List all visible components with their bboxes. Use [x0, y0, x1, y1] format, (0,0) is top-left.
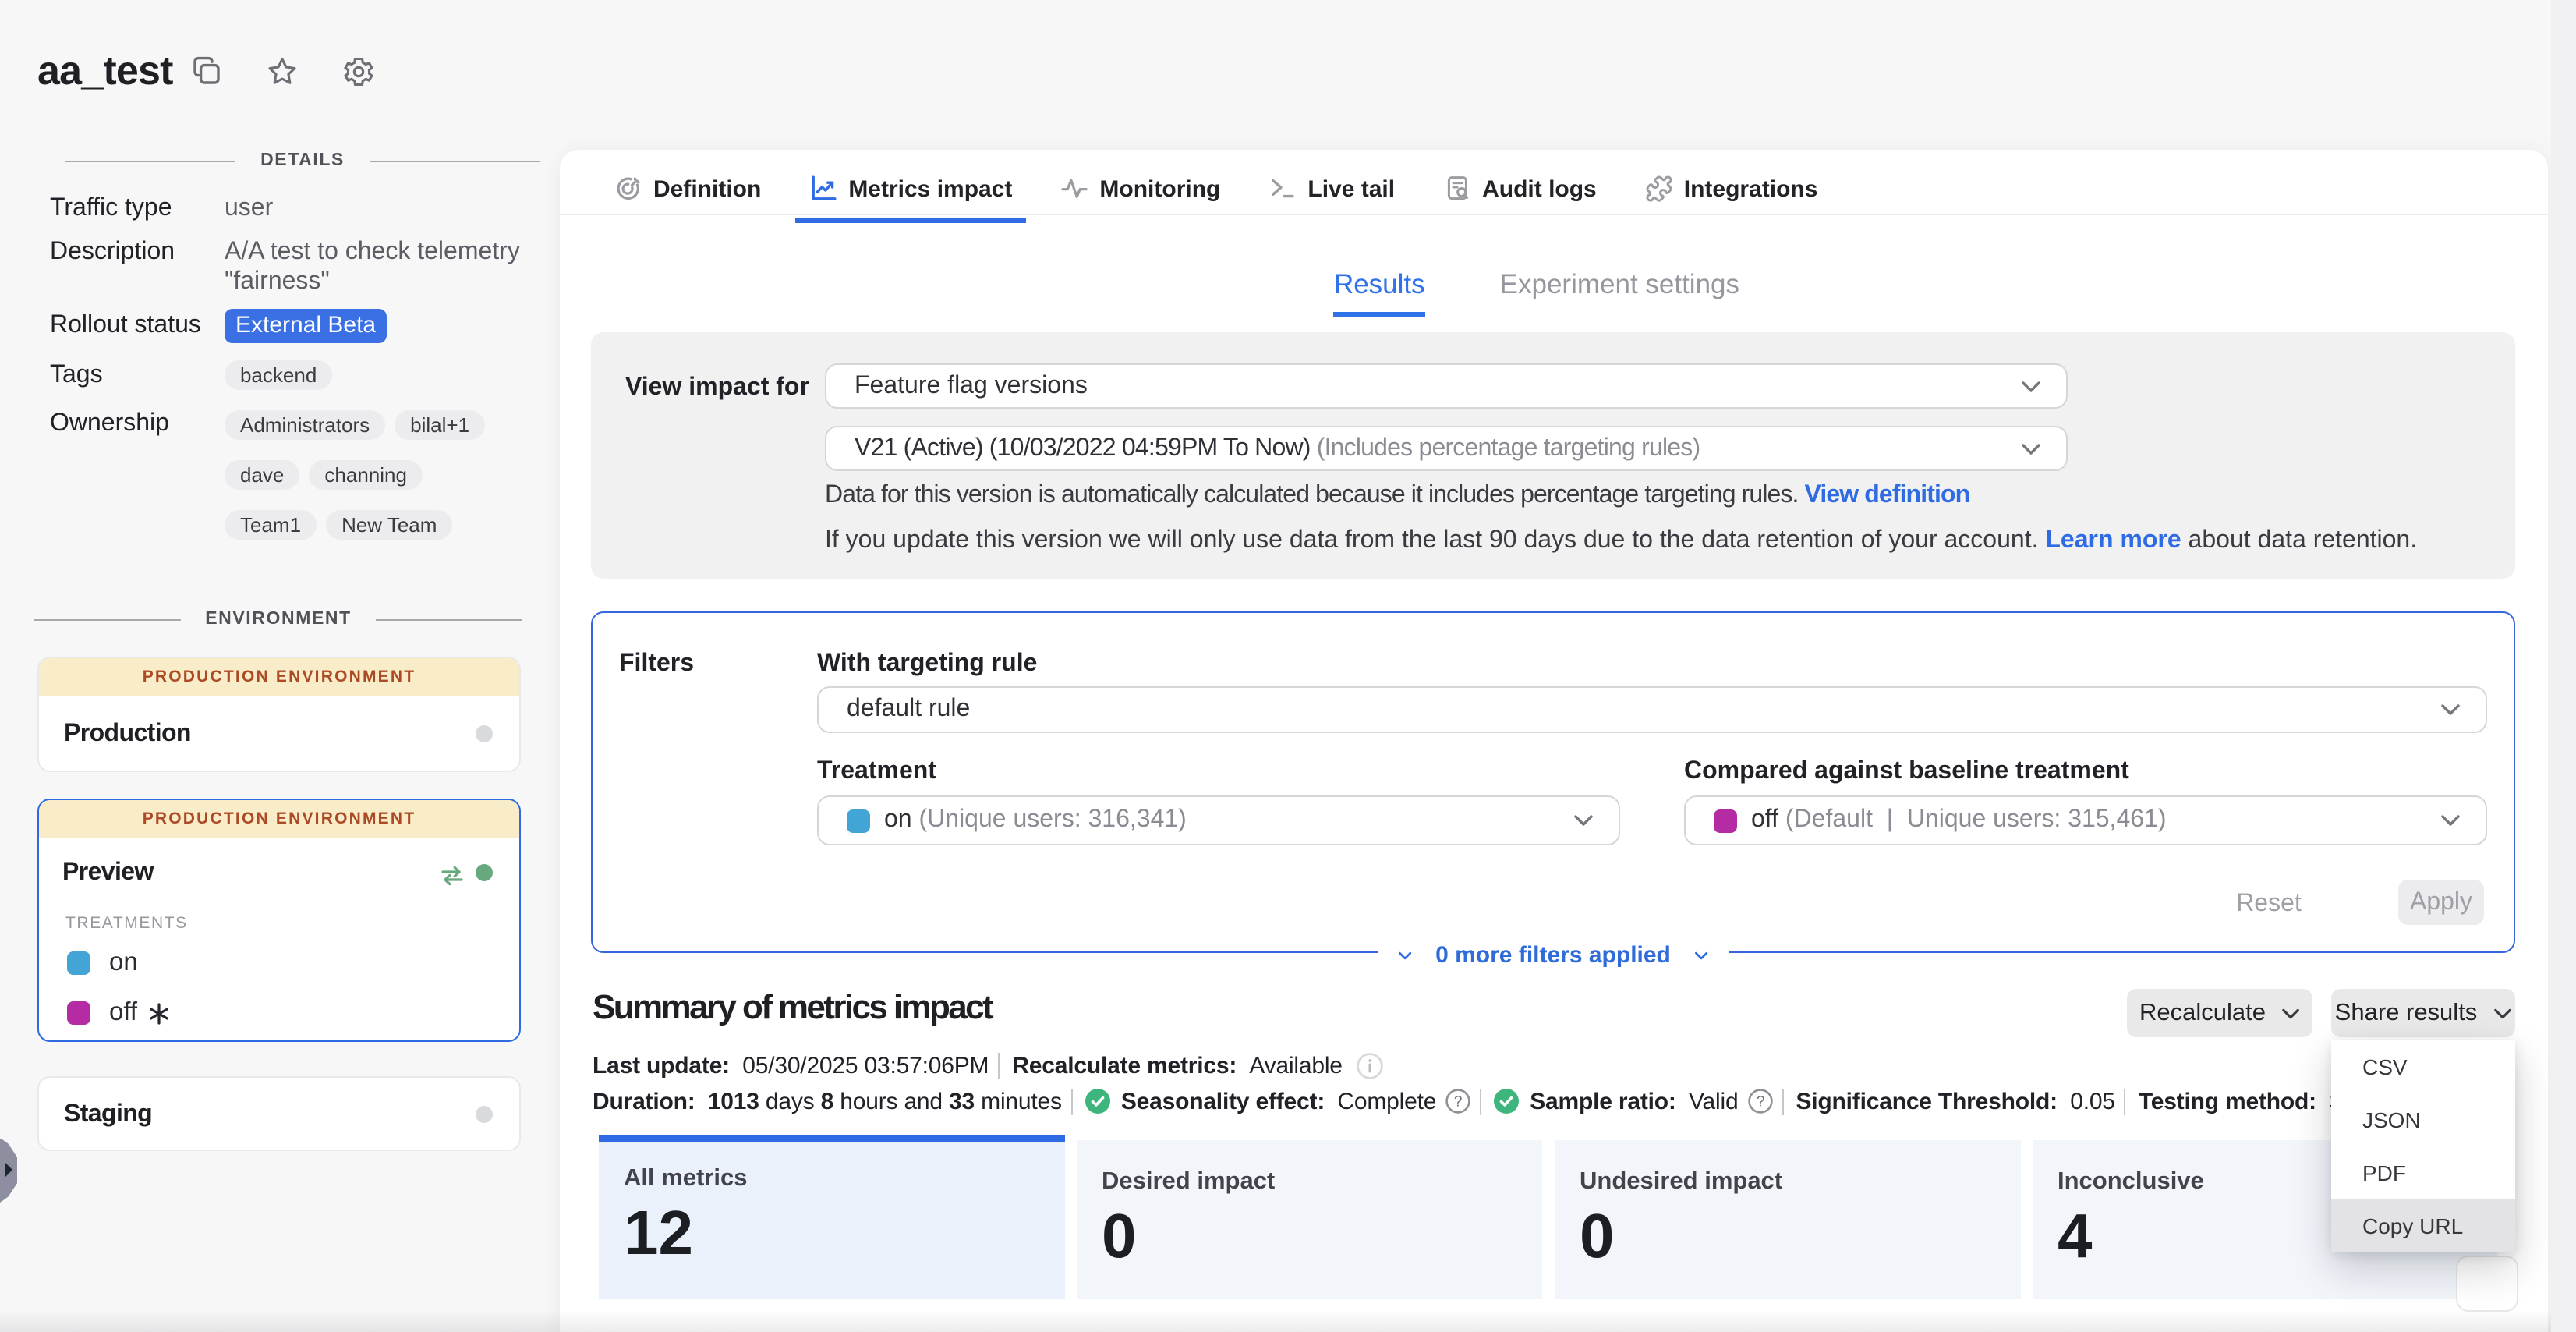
svg-text:?: ? — [1454, 1093, 1462, 1110]
svg-text:?: ? — [1756, 1093, 1764, 1110]
